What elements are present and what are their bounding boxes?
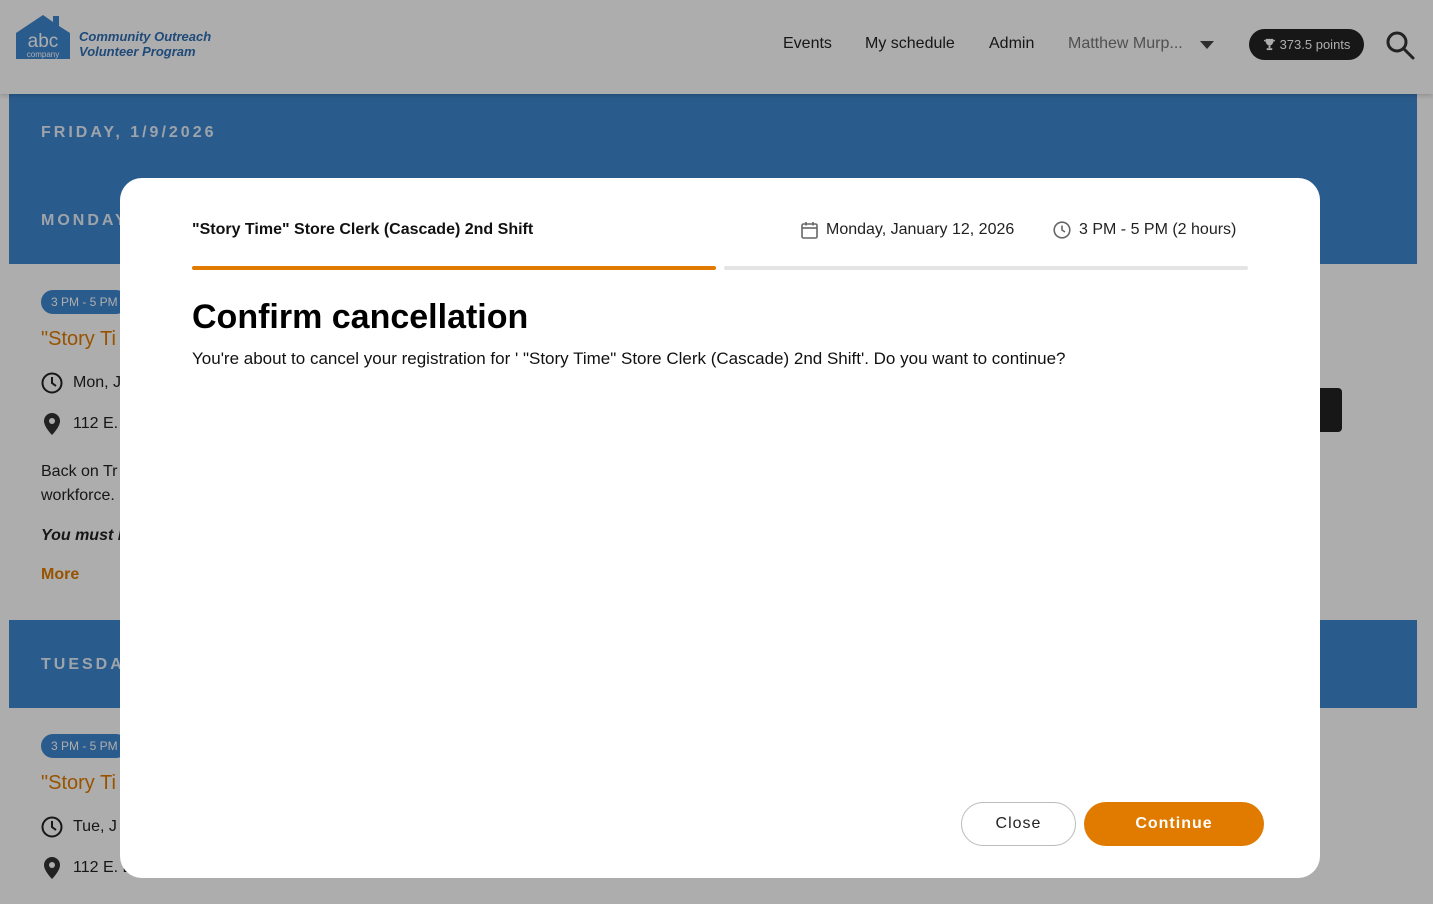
dialog-heading: Confirm cancellation (192, 298, 529, 336)
confirm-cancellation-dialog: "Story Time" Store Clerk (Cascade) 2nd S… (120, 178, 1320, 878)
dialog-event-title: "Story Time" Store Clerk (Cascade) 2nd S… (192, 221, 534, 238)
dialog-event-time: 3 PM - 5 PM (2 hours) (1053, 221, 1236, 239)
progress-step-pending (724, 266, 1248, 270)
calendar-icon (801, 222, 818, 239)
continue-button[interactable]: Continue (1084, 802, 1264, 846)
dialog-event-date: Monday, January 12, 2026 (801, 221, 1014, 239)
dialog-message: You're about to cancel your registration… (192, 349, 1066, 368)
close-button[interactable]: Close (961, 802, 1076, 846)
clock-icon (1053, 221, 1071, 239)
progress-step-complete (192, 266, 716, 270)
